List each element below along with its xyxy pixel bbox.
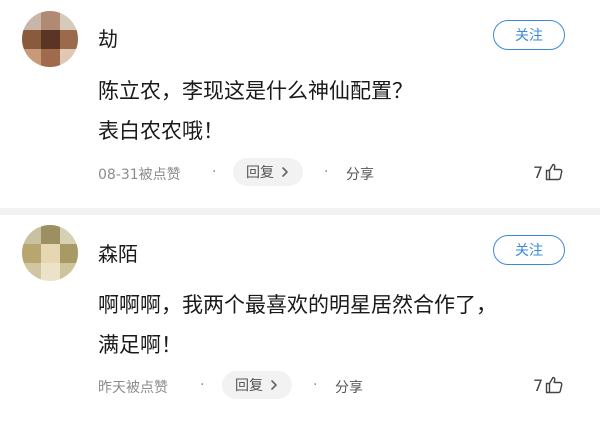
- avatar[interactable]: [22, 225, 78, 281]
- like-button[interactable]: 7: [533, 158, 564, 186]
- separator-dot: ·: [200, 377, 205, 393]
- comment-actions: 昨天被点赞 · 回复 · 分享 7: [0, 371, 600, 401]
- follow-button[interactable]: 关注: [493, 235, 565, 265]
- chevron-right-icon: [271, 380, 277, 390]
- reply-label: 回复: [246, 165, 274, 181]
- avatar[interactable]: [22, 11, 78, 67]
- reply-label: 回复: [235, 378, 263, 394]
- comment-text-line: 陈立农，李现这是什么神仙配置？: [98, 79, 413, 103]
- timestamp: 08-31被点赞: [98, 167, 181, 183]
- comment-text-line: 满足啊！: [98, 333, 182, 357]
- username[interactable]: 劫: [98, 23, 118, 52]
- username[interactable]: 森陌: [98, 238, 138, 267]
- separator-dot: ·: [313, 377, 318, 393]
- separator-dot: ·: [212, 164, 217, 180]
- like-count: 7: [533, 162, 544, 182]
- thumbs-up-icon: [545, 376, 563, 394]
- separator-dot: ·: [324, 164, 329, 180]
- comment-card: 森陌 关注 啊啊啊，我两个最喜欢的明星居然合作了， 满足啊！ 昨天被点赞 · 回…: [0, 215, 600, 421]
- comment-text-line: 啊啊啊，我两个最喜欢的明星居然合作了，: [98, 293, 497, 317]
- reply-button[interactable]: 回复: [222, 371, 292, 399]
- share-button[interactable]: 分享: [335, 377, 363, 397]
- comment-card: 劫 关注 陈立农，李现这是什么神仙配置？ 表白农农哦！ 08-31被点赞 · 回…: [0, 0, 600, 208]
- timestamp: 昨天被点赞: [98, 380, 168, 396]
- comment-text-line: 表白农农哦！: [98, 119, 224, 143]
- like-button[interactable]: 7: [533, 371, 564, 399]
- comment-actions: 08-31被点赞 · 回复 · 分享 7: [0, 158, 600, 188]
- section-divider: [0, 208, 600, 215]
- chevron-right-icon: [282, 167, 288, 177]
- reply-button[interactable]: 回复: [233, 158, 303, 186]
- thumbs-up-icon: [545, 163, 563, 181]
- like-count: 7: [533, 375, 544, 395]
- share-button[interactable]: 分享: [346, 164, 374, 184]
- follow-button[interactable]: 关注: [493, 20, 565, 50]
